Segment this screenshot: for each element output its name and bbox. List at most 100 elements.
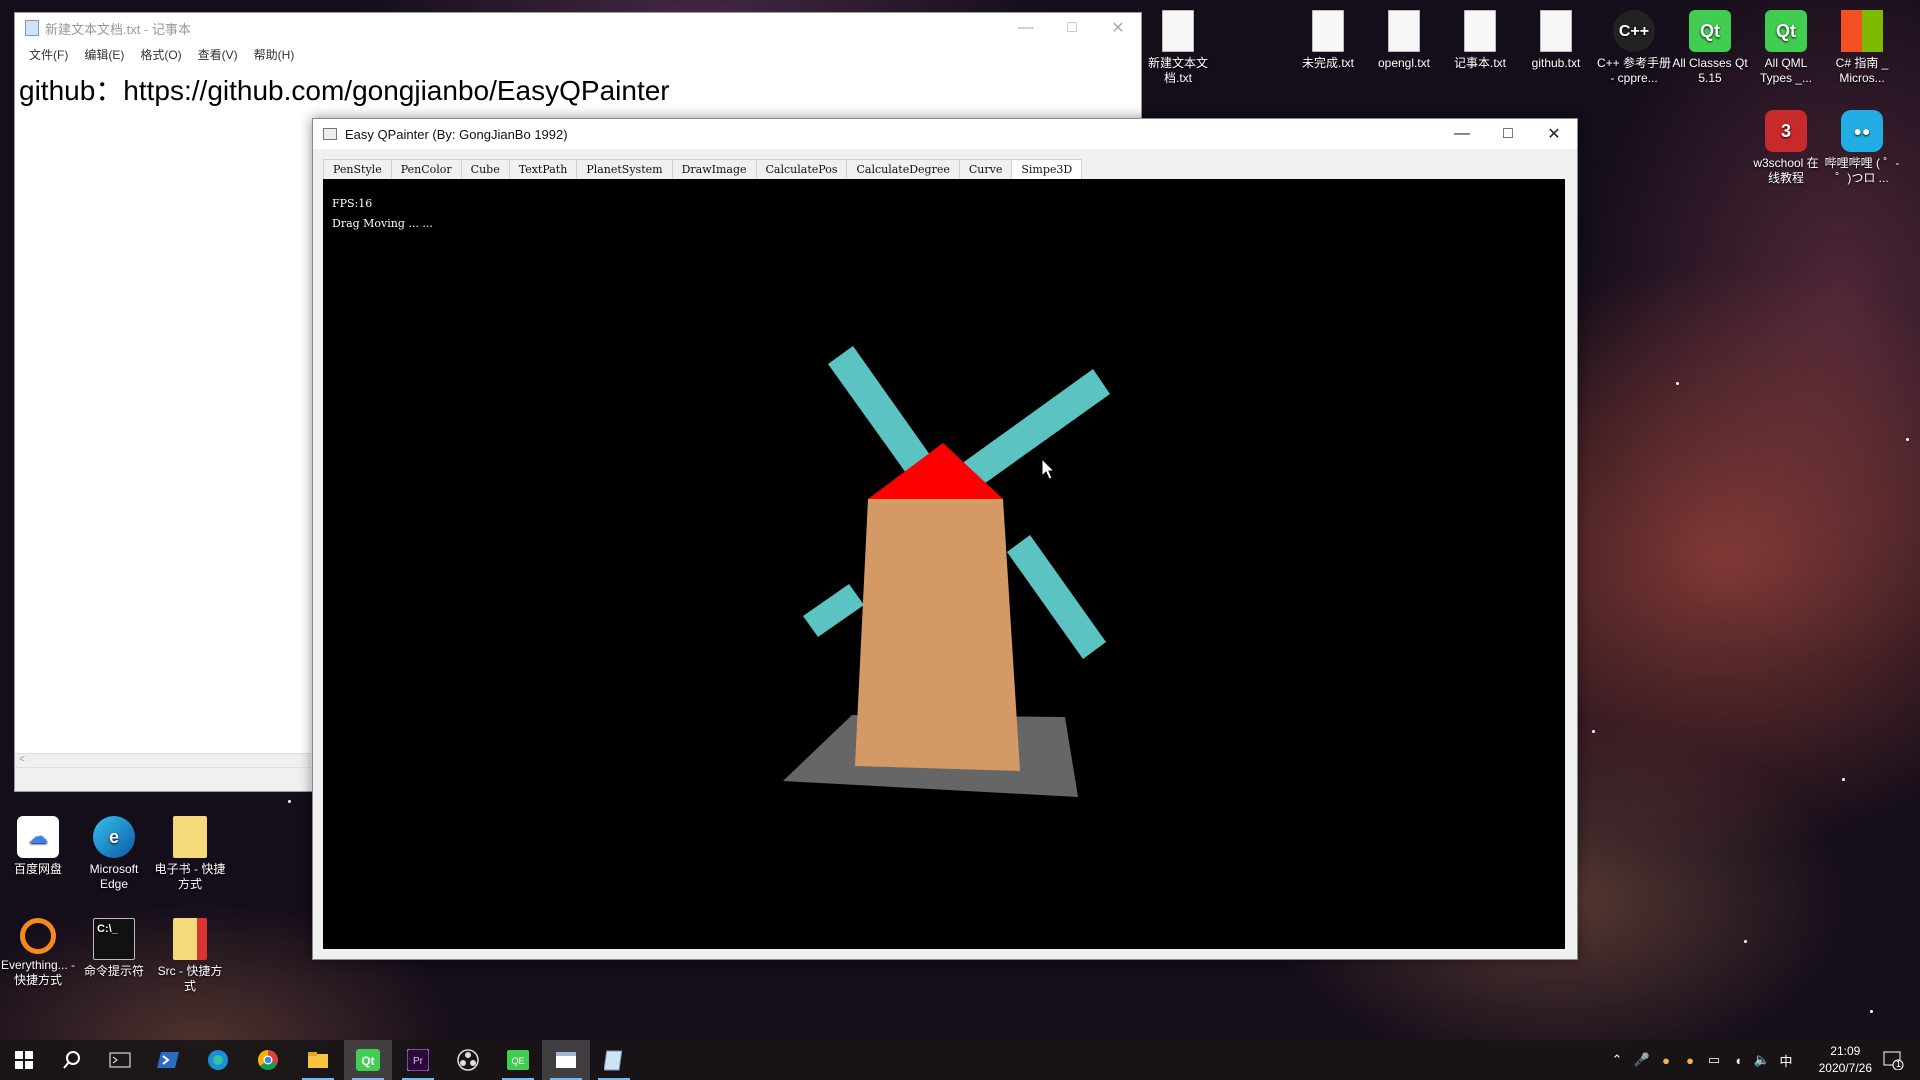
premiere-icon: Pr (407, 1049, 429, 1071)
taskbar-powershell[interactable] (144, 1040, 192, 1080)
tray-overflow-icon[interactable]: ⌃ (1604, 1052, 1630, 1068)
tab-calculatedegree[interactable]: CalculateDegree (846, 159, 960, 179)
desktop-icon-src[interactable]: Src - 快捷方式 (152, 918, 228, 994)
blade-lower-left (803, 584, 864, 637)
desktop-icon-label: 哔哩哔哩 ( ゜- ゜)つロ ... (1824, 156, 1900, 185)
blade-lower-right (1007, 535, 1106, 659)
desktop-icon-baidu-netdisk[interactable]: ☁ 百度网盘 (0, 816, 76, 877)
menu-view[interactable]: 查看(V) (190, 46, 246, 63)
easy-qpainter-window[interactable]: Easy QPainter (By: GongJianBo 1992) — □ … (312, 118, 1578, 960)
desktop-icon-bilibili[interactable]: ●● 哔哩哔哩 ( ゜- ゜)つロ ... (1824, 110, 1900, 186)
desktop-icon-edge[interactable]: e Microsoft Edge (76, 816, 152, 892)
tray-app-icon[interactable]: ● (1654, 1053, 1678, 1068)
tray-app-icon[interactable]: ● (1678, 1053, 1702, 1068)
ime-indicator[interactable]: 中 (1774, 1051, 1798, 1070)
blade-upper-left (828, 346, 935, 480)
close-icon[interactable]: ✕ (1531, 119, 1577, 149)
desktop-icon-github-txt[interactable]: github.txt (1518, 10, 1594, 71)
text-file-icon (1162, 10, 1194, 52)
menu-edit[interactable]: 编辑(E) (76, 46, 132, 63)
star (1592, 730, 1595, 733)
tab-simpe3d[interactable]: Simpe3D (1011, 159, 1083, 180)
microphone-icon[interactable]: 🎤 (1630, 1052, 1654, 1068)
notepad-title-bar[interactable]: 新建文本文档.txt - 记事本 (15, 13, 1141, 43)
taskbar-terminal[interactable] (96, 1040, 144, 1080)
windmill-tower (855, 499, 1020, 771)
taskbar-file-explorer[interactable] (294, 1040, 342, 1080)
taskbar-search[interactable] (48, 1040, 96, 1080)
taskbar-qt-designer[interactable]: QE (494, 1040, 542, 1080)
minimize-icon[interactable]: — (1003, 13, 1049, 43)
desktop-icon-w3school[interactable]: 3 w3school 在线教程 (1748, 110, 1824, 186)
text-file-icon (1540, 10, 1572, 52)
volume-icon[interactable]: 🔈 (1750, 1052, 1774, 1068)
minimize-icon[interactable]: — (1439, 119, 1485, 149)
desktop-icon-label: 新建文本文档.txt (1147, 56, 1208, 85)
desktop-icon-cmd[interactable]: C:\_ 命令提示符 (76, 918, 152, 979)
desktop-icon-opengl-txt[interactable]: opengl.txt (1366, 10, 1442, 71)
qt-designer-icon: QE (507, 1050, 529, 1070)
menu-help[interactable]: 帮助(H) (246, 46, 303, 63)
taskbar-easy-qpainter[interactable] (542, 1040, 590, 1080)
desktop-icon-everything[interactable]: Everything... - 快捷方式 (0, 918, 76, 988)
horizontal-scrollbar[interactable]: < (15, 753, 311, 767)
star (1842, 778, 1845, 781)
taskbar-qt-creator[interactable]: Qt (344, 1040, 392, 1080)
close-icon[interactable]: ✕ (1095, 13, 1141, 43)
desktop-icon-qml-types[interactable]: Qt All QML Types _... (1748, 10, 1824, 86)
clock-time: 21:09 (1830, 1044, 1861, 1058)
tab-pencolor[interactable]: PenColor (390, 159, 462, 179)
battery-icon[interactable]: ▭ (1702, 1052, 1726, 1068)
desktop-icon-label: C# 指南 _ Micros... (1835, 56, 1889, 85)
tab-cube[interactable]: Cube (460, 159, 510, 179)
desktop-icon-ebook[interactable]: 电子书 - 快捷方式 (152, 816, 228, 892)
notepad-icon (604, 1050, 623, 1071)
tab-penstyle[interactable]: PenStyle (323, 159, 392, 179)
desktop-icon-csharp-guide[interactable]: C# 指南 _ Micros... (1824, 10, 1900, 86)
desktop-icon-cpp-reference[interactable]: C++ C++ 参考手册 - cppre... (1596, 10, 1672, 86)
notification-center[interactable]: 1 (1866, 1040, 1920, 1080)
desktop-icon-new-text-document[interactable]: 新建文本文档.txt (1140, 10, 1216, 86)
maximize-icon[interactable]: □ (1049, 13, 1095, 43)
tab-textpath[interactable]: TextPath (508, 159, 578, 179)
tab-drawimage[interactable]: DrawImage (671, 159, 757, 179)
svg-text:Pr: Pr (413, 1056, 424, 1067)
taskbar-chrome[interactable] (244, 1040, 292, 1080)
taskbar-clock[interactable]: 21:09 2020/7/26 (1819, 1043, 1872, 1077)
taskbar-premiere[interactable]: Pr (394, 1040, 442, 1080)
app-title-bar[interactable]: Easy QPainter (By: GongJianBo 1992) (313, 119, 1577, 149)
network-icon[interactable]: ◖ (1726, 1053, 1750, 1068)
desktop-icon-label: 百度网盘 (13, 862, 62, 876)
taskbar-obs[interactable] (444, 1040, 492, 1080)
edge-icon (208, 1050, 228, 1070)
menu-format[interactable]: 格式(O) (132, 46, 189, 63)
notepad-text-area[interactable]: github：https://github.com/gongjianbo/Eas… (15, 65, 1141, 113)
svg-text:Qt: Qt (361, 1054, 374, 1068)
obs-icon (457, 1049, 479, 1071)
taskbar-edge[interactable] (194, 1040, 242, 1080)
tab-planetsystem[interactable]: PlanetSystem (576, 159, 673, 179)
notepad-title: 新建文本文档.txt - 记事本 (45, 21, 191, 37)
desktop-icon-qt-classes[interactable]: Qt All Classes Qt 5.15 (1672, 10, 1748, 86)
render-canvas[interactable]: FPS:16 Drag Moving ... ... (323, 179, 1565, 949)
tab-calculatepos[interactable]: CalculatePos (755, 159, 848, 179)
windows-icon (1841, 10, 1883, 52)
cpp-icon: C++ (1613, 10, 1655, 52)
tab-curve[interactable]: Curve (958, 159, 1013, 179)
desktop-icon-notepad-txt[interactable]: 记事本.txt (1442, 10, 1518, 71)
windmill-scene (783, 346, 1110, 797)
tab-bar: PenStyle PenColor Cube TextPath PlanetSy… (323, 159, 1083, 180)
qt-creator-icon: Qt (356, 1049, 380, 1071)
star (288, 800, 291, 803)
desktop-icon-label: All Classes Qt 5.15 (1672, 56, 1748, 85)
notepad-icon (25, 20, 39, 36)
baidu-netdisk-icon: ☁ (17, 816, 59, 858)
maximize-icon[interactable]: □ (1485, 119, 1531, 149)
menu-file[interactable]: 文件(F) (21, 46, 76, 63)
edge-icon: e (93, 816, 135, 858)
taskbar-notepad[interactable] (590, 1040, 638, 1080)
start-button[interactable] (0, 1040, 48, 1080)
terminal-icon (109, 1052, 131, 1068)
desktop-icon-unfinished-txt[interactable]: 未完成.txt (1290, 10, 1366, 71)
qt-icon: Qt (1689, 10, 1731, 52)
